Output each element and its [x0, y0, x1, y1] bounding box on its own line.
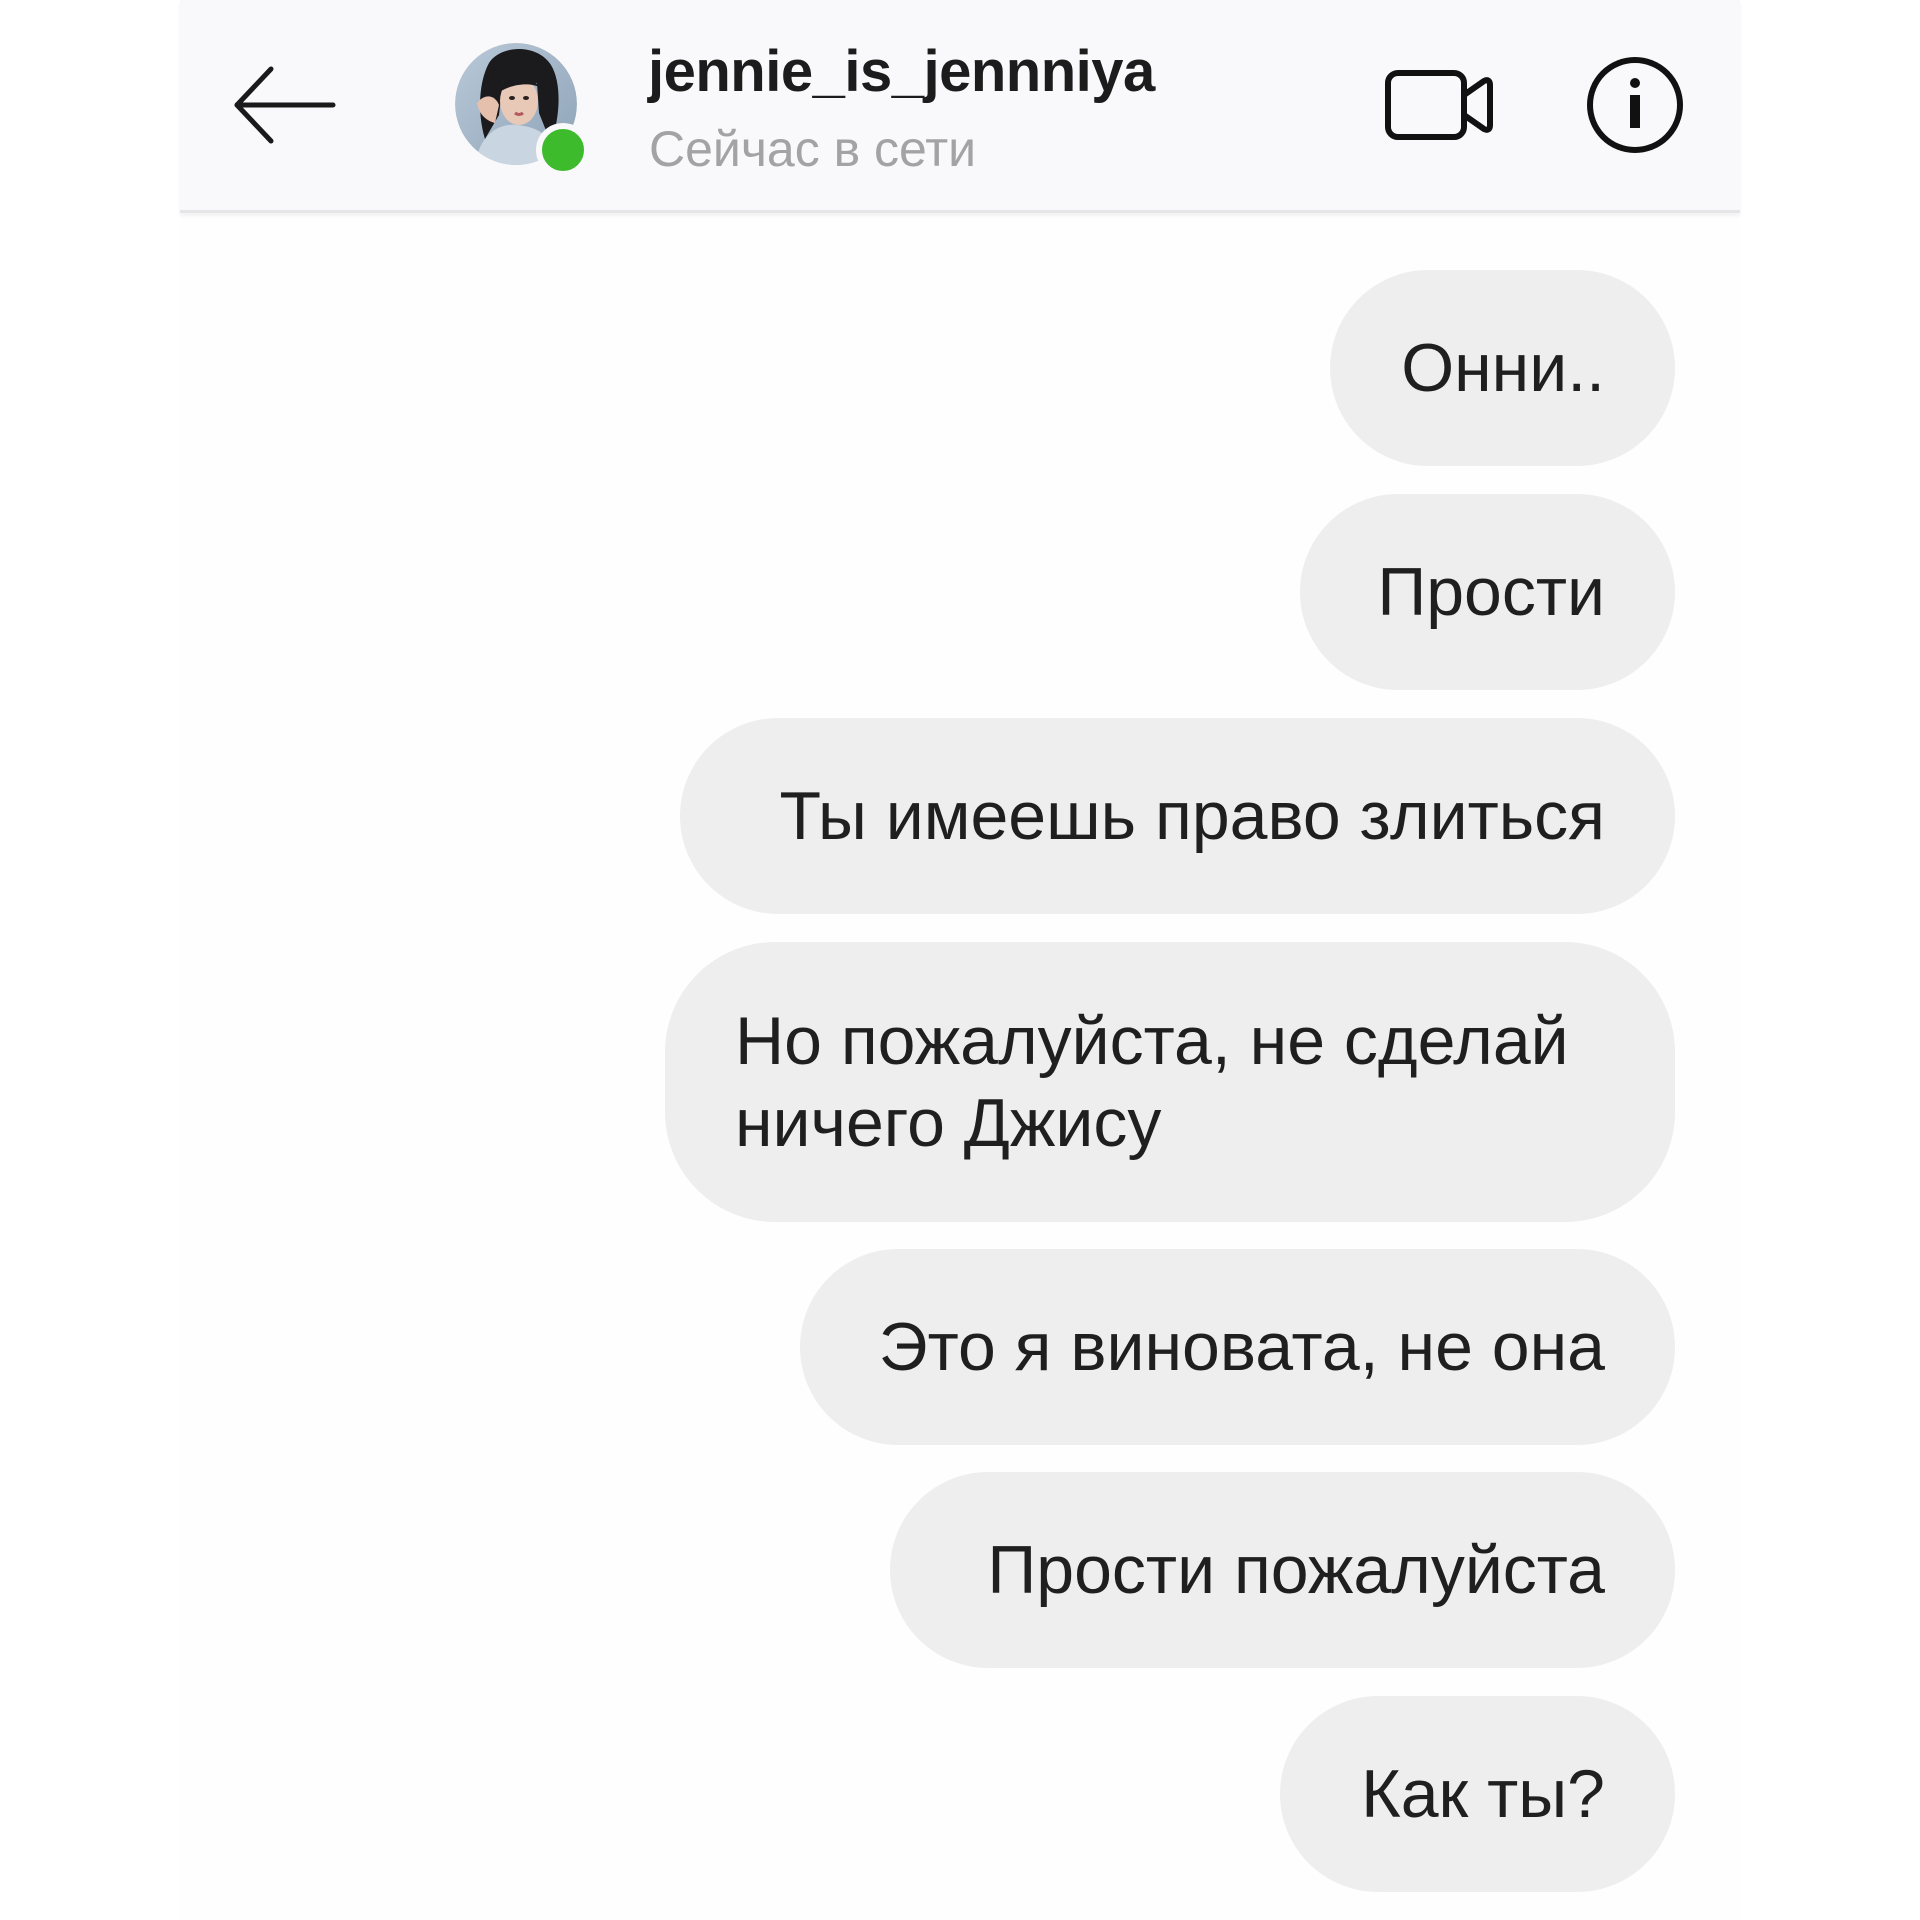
message-bubble[interactable]: Ты имеешь право злиться — [680, 718, 1675, 914]
online-status-text: Сейчас в сети — [649, 121, 977, 177]
video-call-button[interactable] — [1380, 55, 1500, 155]
online-status-dot — [536, 123, 590, 177]
profile-avatar[interactable] — [455, 43, 590, 177]
message-bubble[interactable]: Прости — [1300, 494, 1675, 690]
message-text: Ты имеешь право злиться — [779, 778, 1605, 854]
chat-username[interactable]: jennie_is_jennniya — [648, 38, 1155, 105]
message-text: Но пожалуйста, не сделай ничего Джису — [735, 1003, 1569, 1161]
message-text: Как ты? — [1361, 1756, 1605, 1832]
info-button[interactable] — [1580, 50, 1690, 160]
message-text: Прости пожалуйста — [987, 1532, 1605, 1608]
chat-screen: jennie_is_jennniya Сейчас в сети Онни.. … — [180, 0, 1740, 1920]
arrow-left-icon — [234, 66, 336, 144]
message-bubble[interactable]: Как ты? — [1280, 1696, 1675, 1892]
info-icon — [1587, 57, 1683, 153]
message-text: Прости — [1377, 554, 1605, 630]
message-text: Онни.. — [1401, 330, 1605, 406]
message-text: Это я виновата, не она — [878, 1309, 1605, 1385]
chat-header: jennie_is_jennniya Сейчас в сети — [180, 0, 1740, 213]
message-bubble[interactable]: Прости пожалуйста — [890, 1472, 1675, 1668]
message-bubble[interactable]: Это я виновата, не она — [800, 1249, 1675, 1445]
message-bubble[interactable]: Но пожалуйста, не сделай ничего Джису — [665, 942, 1675, 1222]
video-camera-icon — [1385, 70, 1493, 140]
message-list: Онни.. Прости Ты имеешь право злиться Но… — [180, 210, 1740, 1920]
back-button[interactable] — [225, 55, 345, 155]
message-bubble[interactable]: Онни.. — [1330, 270, 1675, 466]
